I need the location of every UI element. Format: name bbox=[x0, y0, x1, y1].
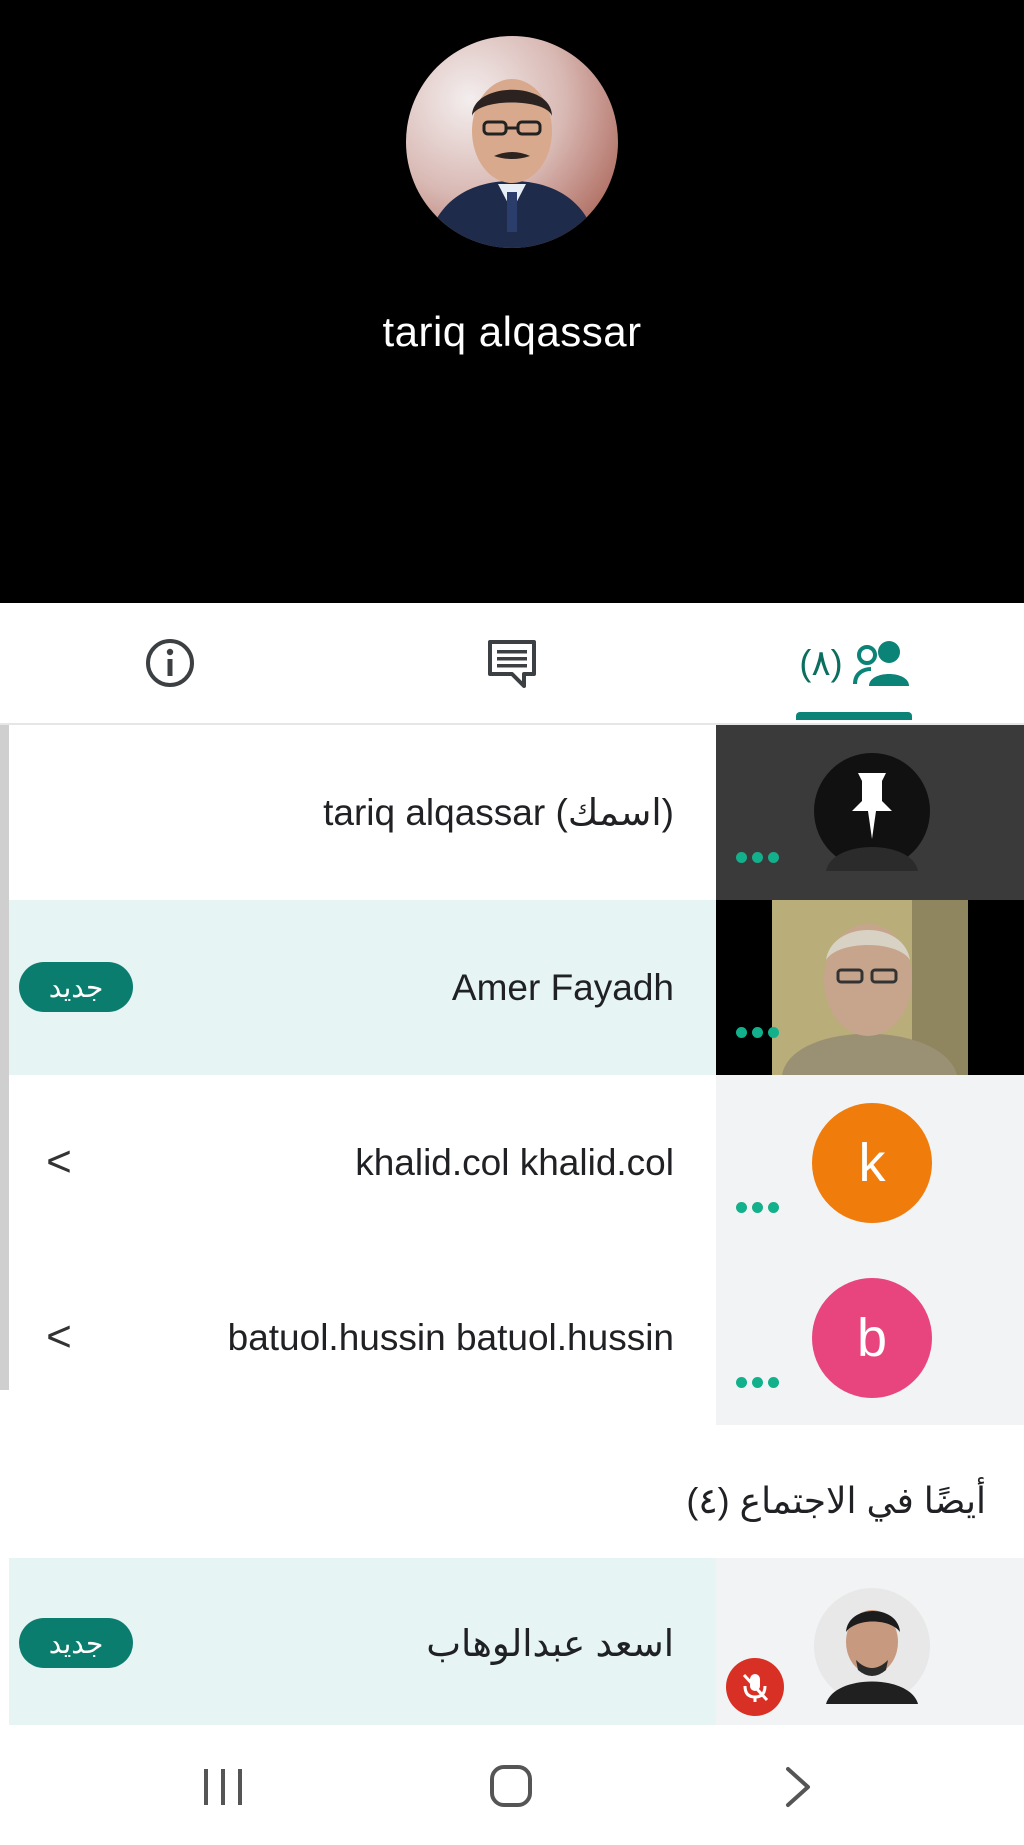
avatar: k bbox=[812, 1103, 932, 1223]
avatar bbox=[814, 1588, 930, 1704]
participant-video-tile bbox=[716, 900, 1024, 1075]
active-tab-indicator bbox=[796, 712, 912, 720]
participant-name: tariq alqassar (اسمك) bbox=[323, 792, 674, 833]
presenter-name: tariq alqassar bbox=[382, 308, 642, 355]
mic-off-icon bbox=[726, 1658, 784, 1716]
avatar bbox=[814, 753, 930, 871]
participant-row[interactable]: < khalid.col khalid.col k bbox=[9, 1075, 1024, 1250]
presenter-photo bbox=[426, 79, 598, 248]
participant-row[interactable]: < batuol.hussin batuol.hussin b bbox=[9, 1250, 1024, 1425]
tab-people[interactable]: (٨) bbox=[780, 603, 930, 723]
people-count: (٨) bbox=[799, 642, 843, 683]
people-icon bbox=[852, 641, 909, 686]
chat-icon bbox=[488, 640, 536, 688]
more-options-icon[interactable] bbox=[736, 850, 786, 864]
video-feed bbox=[772, 900, 968, 1075]
participant-name: khalid.col khalid.col bbox=[355, 1141, 674, 1183]
presenter-stage: tariq alqassar bbox=[0, 0, 1024, 603]
expand-chevron-icon[interactable]: < bbox=[39, 1137, 79, 1187]
info-icon bbox=[146, 639, 194, 687]
participant-tile: b bbox=[716, 1250, 1024, 1425]
list-item[interactable]: جديد اسعد عبدالوهاب bbox=[9, 1558, 1024, 1728]
more-options-icon[interactable] bbox=[736, 1200, 786, 1214]
participant-name: batuol.hussin batuol.hussin bbox=[227, 1316, 674, 1358]
participant-tile bbox=[716, 725, 1024, 900]
section-title: أيضًا في الاجتماع (٤) bbox=[686, 1480, 986, 1521]
scrollbar[interactable] bbox=[0, 725, 9, 1390]
home-icon[interactable] bbox=[488, 1763, 534, 1809]
new-badge: جديد bbox=[19, 962, 133, 1012]
more-options-icon[interactable] bbox=[736, 1025, 786, 1039]
recent-apps-icon[interactable] bbox=[200, 1765, 246, 1809]
tab-chat[interactable] bbox=[452, 603, 572, 723]
new-badge: جديد bbox=[19, 1618, 133, 1668]
back-icon[interactable] bbox=[780, 1765, 816, 1809]
avatar: b bbox=[812, 1278, 932, 1398]
participant-tile bbox=[716, 1558, 1024, 1728]
participant-tile: k bbox=[716, 1075, 1024, 1250]
participant-row[interactable]: tariq alqassar (اسمك) bbox=[9, 725, 1024, 900]
tab-bar: (٨) bbox=[0, 603, 1024, 725]
presenter-avatar bbox=[406, 36, 618, 248]
participant-row[interactable]: جديد Amer Fayadh bbox=[9, 900, 1024, 1075]
system-nav-bar bbox=[0, 1725, 1024, 1845]
more-options-icon[interactable] bbox=[736, 1375, 786, 1389]
expand-chevron-icon[interactable]: < bbox=[39, 1312, 79, 1362]
participant-name: Amer Fayadh bbox=[451, 966, 674, 1008]
participant-name: اسعد عبدالوهاب bbox=[426, 1622, 674, 1664]
tab-info[interactable] bbox=[110, 603, 230, 723]
